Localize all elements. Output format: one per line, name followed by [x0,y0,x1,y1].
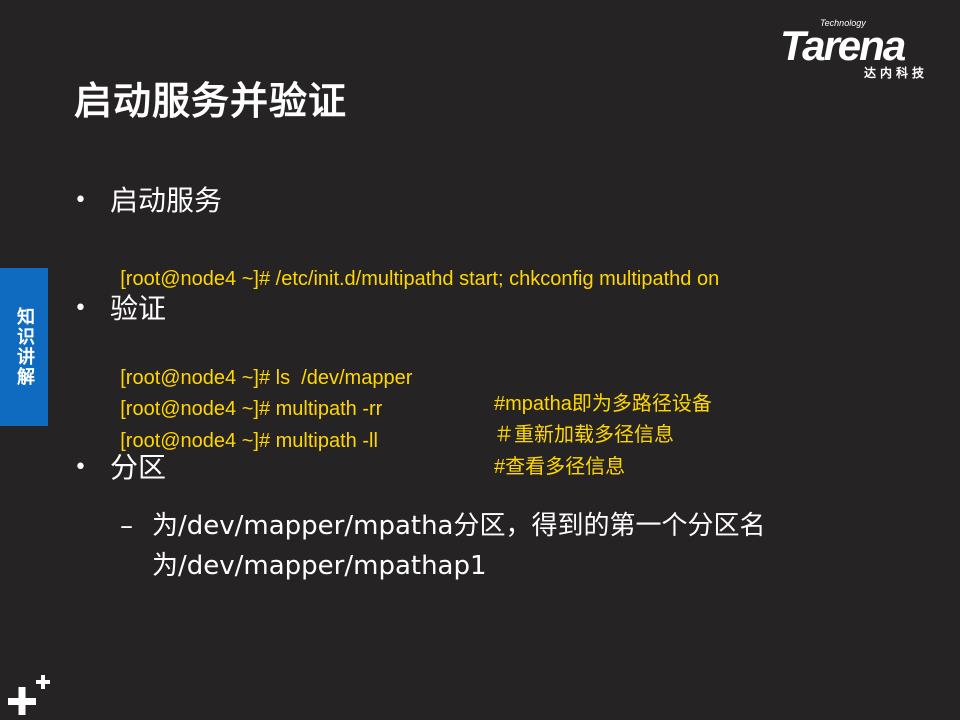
slide: 启动服务并验证 Tarena Technology 达内科技 知识讲解 • 启动… [0,0,960,720]
code-comment: #查看多径信息 [494,456,626,478]
slide-title: 启动服务并验证 [74,79,348,123]
bullet-verify: • 验证 [74,292,166,326]
bullet-heading: 分区 [110,451,167,484]
bullet-dot-icon: • [74,188,87,213]
bullet-start-service: • 启动服务 [74,184,222,218]
knowledge-tab: 知识讲解 [0,268,48,426]
bullet-dot-icon: • [74,455,87,480]
bullet-dot-icon: • [74,296,87,321]
logo-subtitle: 达内科技 [864,66,929,80]
logo-technology: Technology [820,18,866,28]
logo-word: Tarena [780,22,906,69]
knowledge-tab-label: 知识讲解 [14,307,35,387]
code-line: [root@node4 ~]# multipath -ll #查看多径信息 [98,402,798,506]
plus-plus-icon [8,675,50,715]
sub-bullet-text: 为/dev/mapper/mpatha分区，得到的第一个分区名为/dev/map… [152,511,766,581]
bullet-partition: • 分区 [74,451,166,485]
tarena-logo: Tarena Technology 达内科技 [780,18,948,84]
bullet-heading: 启动服务 [110,184,223,217]
code-command: [root@node4 ~]# /etc/init.d/multipathd s… [120,268,720,290]
code-line: [root@node4 ~]# /etc/init.d/multipathd s… [98,240,719,318]
bullet-heading: 验证 [110,292,167,325]
dash-icon: – [120,511,133,541]
sub-bullet-partition: – 为/dev/mapper/mpatha分区，得到的第一个分区名为/dev/m… [120,506,880,586]
